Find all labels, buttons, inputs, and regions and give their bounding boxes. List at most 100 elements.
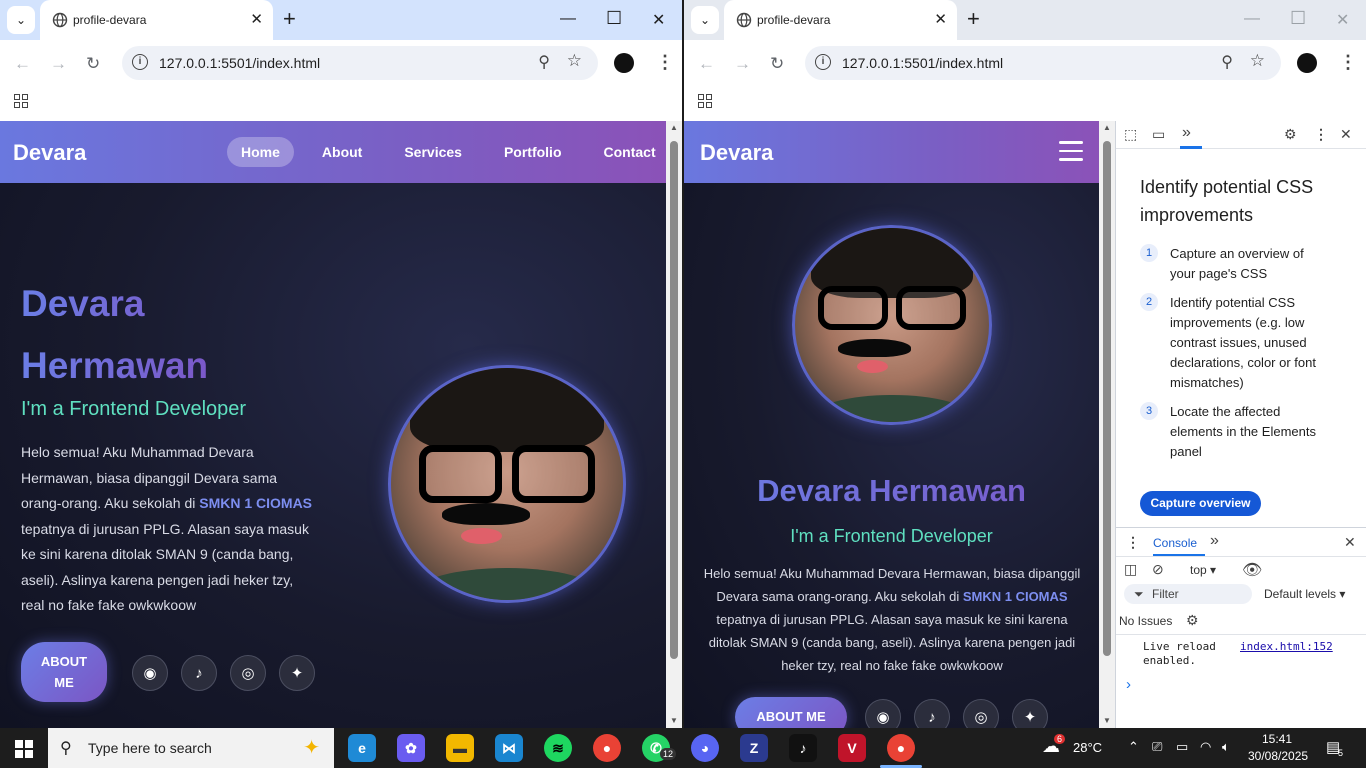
more-menu-icon[interactable]: ⋮ bbox=[1339, 52, 1357, 73]
new-tab-button[interactable]: + bbox=[283, 8, 296, 30]
chrome-active-icon[interactable]: ● bbox=[887, 734, 915, 762]
apps-icon[interactable] bbox=[14, 94, 28, 108]
edge-icon[interactable]: e bbox=[348, 734, 376, 762]
forward-icon[interactable]: → bbox=[50, 54, 67, 74]
scroll-up-arrow[interactable]: ▲ bbox=[1103, 123, 1111, 132]
console-settings-icon[interactable]: ⚙ bbox=[1186, 612, 1199, 629]
page-scrollbar[interactable]: ▲ ▼ bbox=[666, 121, 682, 728]
more-drawer-tabs-icon[interactable]: » bbox=[1210, 532, 1219, 550]
copilot-sparkle-icon[interactable]: ✦ bbox=[303, 735, 320, 760]
bookmark-star-icon[interactable]: ☆ bbox=[1250, 51, 1265, 71]
profile-avatar-icon[interactable] bbox=[1297, 53, 1317, 73]
about-me-button[interactable]: ABOUT ME bbox=[735, 697, 847, 728]
instagram-icon[interactable]: ◎ bbox=[230, 655, 266, 691]
settings-gear-icon[interactable]: ⚙ bbox=[1284, 126, 1297, 143]
site-brand[interactable]: Devara bbox=[13, 140, 86, 166]
zoom-icon[interactable]: ⚲ bbox=[538, 52, 550, 72]
windows-start-icon[interactable] bbox=[15, 740, 33, 758]
chrome-icon[interactable]: ● bbox=[593, 734, 621, 762]
nav-contact[interactable]: Contact bbox=[590, 137, 667, 167]
volume-icon[interactable]: 🔈︎ bbox=[1222, 739, 1230, 755]
devtools-menu-icon[interactable]: ⋮ bbox=[1314, 126, 1328, 143]
maximize-button[interactable]: ☐ bbox=[606, 8, 622, 29]
clear-console-icon[interactable]: ⊘ bbox=[1152, 561, 1164, 578]
wifi-icon[interactable]: ◠ bbox=[1200, 739, 1211, 755]
sidebar-toggle-icon[interactable]: ◫ bbox=[1124, 561, 1137, 578]
tiktok-icon[interactable]: ♪ bbox=[181, 655, 217, 691]
device-toolbar-icon[interactable]: ▭ bbox=[1152, 126, 1165, 143]
battery-icon[interactable]: ▭ bbox=[1176, 739, 1188, 755]
camera-icon[interactable]: ⎚ bbox=[1152, 739, 1162, 755]
nav-services[interactable]: Services bbox=[390, 137, 476, 167]
scroll-down-arrow[interactable]: ▼ bbox=[1103, 716, 1111, 725]
valorant-icon[interactable]: V bbox=[838, 734, 866, 762]
console-tab[interactable]: Console bbox=[1153, 536, 1197, 550]
scroll-thumb[interactable] bbox=[1103, 141, 1111, 656]
minimize-button[interactable]: — bbox=[1244, 10, 1260, 28]
twitter-icon[interactable]: ✦ bbox=[1012, 699, 1048, 728]
issues-count[interactable]: No Issues bbox=[1119, 614, 1172, 628]
inspect-element-icon[interactable]: ⬚ bbox=[1124, 126, 1137, 143]
about-me-button[interactable]: ABOUT ME bbox=[21, 642, 107, 702]
taskbar-search[interactable]: ⚲ Type here to search ✦ bbox=[48, 728, 334, 768]
vscode-icon[interactable]: ⋈ bbox=[495, 734, 523, 762]
console-log-source-link[interactable]: index.html:152 bbox=[1240, 640, 1333, 653]
scroll-up-arrow[interactable]: ▲ bbox=[670, 123, 678, 132]
instagram-icon[interactable]: ◎ bbox=[963, 699, 999, 728]
scroll-thumb[interactable] bbox=[670, 141, 678, 659]
close-window-button[interactable]: ✕ bbox=[1336, 10, 1349, 30]
minimize-button[interactable]: — bbox=[560, 10, 576, 28]
close-window-button[interactable]: ✕ bbox=[652, 10, 665, 30]
forward-icon[interactable]: → bbox=[734, 54, 751, 74]
close-tab-icon[interactable]: ✕ bbox=[934, 10, 947, 28]
site-info-icon[interactable]: i bbox=[815, 54, 831, 70]
nav-about[interactable]: About bbox=[308, 137, 376, 167]
console-prompt[interactable]: › bbox=[1126, 676, 1131, 693]
close-devtools-icon[interactable]: ✕ bbox=[1340, 126, 1352, 143]
twitter-icon[interactable]: ✦ bbox=[279, 655, 315, 691]
tiktok-app-icon[interactable]: ♪ bbox=[789, 734, 817, 762]
close-tab-icon[interactable]: ✕ bbox=[250, 10, 263, 28]
browser-tab[interactable]: profile-devara ✕ bbox=[40, 0, 273, 40]
nav-home[interactable]: Home bbox=[227, 137, 294, 167]
zoom-icon[interactable]: ⚲ bbox=[1221, 52, 1233, 72]
address-bar[interactable]: i 127.0.0.1:5501/index.html ⚲ ☆ bbox=[122, 46, 598, 80]
copilot-icon[interactable]: ✿ bbox=[397, 734, 425, 762]
maximize-button[interactable]: ☐ bbox=[1290, 8, 1306, 29]
github-icon[interactable]: ◉ bbox=[132, 655, 168, 691]
zotero-icon[interactable]: Z bbox=[740, 734, 768, 762]
file-explorer-icon[interactable]: ▬ bbox=[446, 734, 474, 762]
close-drawer-icon[interactable]: ✕ bbox=[1344, 534, 1356, 551]
browser-tab[interactable]: profile-devara ✕ bbox=[724, 0, 957, 40]
clock-date[interactable]: 30/08/2025 bbox=[1248, 749, 1308, 763]
tab-search-button[interactable]: ⌄ bbox=[7, 6, 35, 34]
capture-overview-button[interactable]: Capture overview bbox=[1140, 491, 1261, 516]
clock-time[interactable]: 15:41 bbox=[1262, 732, 1292, 746]
console-filter-input[interactable]: ⏷ Filter bbox=[1124, 584, 1252, 604]
spotify-icon[interactable]: ≋ bbox=[544, 734, 572, 762]
site-info-icon[interactable]: i bbox=[132, 54, 148, 70]
back-icon[interactable]: ← bbox=[14, 54, 31, 74]
scroll-down-arrow[interactable]: ▼ bbox=[670, 716, 678, 725]
eye-icon[interactable]: 👁︎ bbox=[1242, 560, 1262, 580]
back-icon[interactable]: ← bbox=[698, 54, 715, 74]
hamburger-menu-icon[interactable] bbox=[1059, 141, 1083, 161]
more-tabs-icon[interactable]: » bbox=[1182, 124, 1191, 142]
new-tab-button[interactable]: + bbox=[967, 8, 980, 30]
address-bar[interactable]: i 127.0.0.1:5501/index.html ⚲ ☆ bbox=[805, 46, 1281, 80]
bookmark-star-icon[interactable]: ☆ bbox=[567, 51, 582, 71]
site-brand[interactable]: Devara bbox=[700, 140, 773, 166]
drawer-menu-icon[interactable]: ⋮ bbox=[1126, 534, 1140, 551]
context-selector[interactable]: top ▾ bbox=[1190, 563, 1216, 577]
discord-icon[interactable]: ◕ bbox=[691, 734, 719, 762]
tab-search-button[interactable]: ⌄ bbox=[691, 6, 719, 34]
tiktok-icon[interactable]: ♪ bbox=[914, 699, 950, 728]
more-menu-icon[interactable]: ⋮ bbox=[656, 52, 674, 73]
temperature[interactable]: 28°C bbox=[1073, 740, 1102, 755]
apps-icon[interactable] bbox=[698, 94, 712, 108]
github-icon[interactable]: ◉ bbox=[865, 699, 901, 728]
page-scrollbar[interactable]: ▲ ▼ bbox=[1099, 121, 1115, 728]
profile-avatar-icon[interactable] bbox=[614, 53, 634, 73]
reload-icon[interactable]: ↻ bbox=[770, 54, 784, 74]
show-hidden-icons[interactable]: ⌃ bbox=[1128, 739, 1139, 755]
